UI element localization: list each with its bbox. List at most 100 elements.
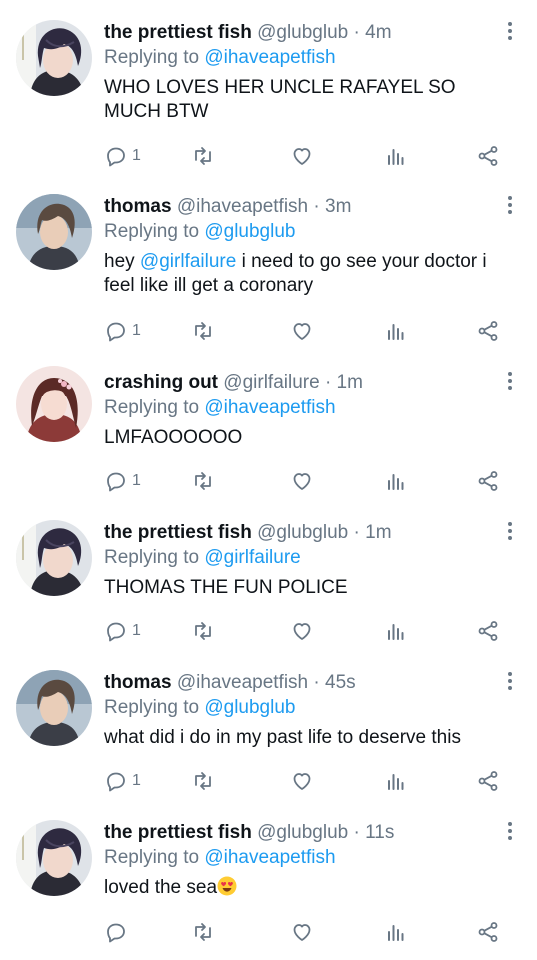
analytics-button[interactable] — [384, 618, 408, 644]
avatar-thomas-image — [16, 194, 92, 270]
tweet[interactable]: the prettiest fish @glubglub · 1m Replyi… — [0, 500, 537, 650]
share-button[interactable] — [476, 143, 500, 169]
avatar[interactable] — [16, 820, 92, 896]
analytics-icon — [388, 474, 404, 490]
reply-count: 1 — [132, 322, 141, 339]
reply-count: 1 — [132, 772, 141, 789]
share-icon — [478, 621, 498, 641]
avatar[interactable] — [16, 520, 92, 596]
handle[interactable]: @girlfailure — [223, 372, 319, 393]
tweet[interactable]: thomas @ihaveapetfish · 3m Replying to @… — [0, 180, 537, 350]
timestamp[interactable]: · 1m — [325, 372, 363, 393]
share-button[interactable] — [476, 318, 500, 344]
timestamp[interactable]: · 4m — [354, 22, 392, 43]
replying-to-mention[interactable]: @girlfailure — [204, 547, 300, 568]
like-button[interactable] — [290, 468, 314, 494]
reply-icon — [107, 923, 125, 943]
replying-to-mention[interactable]: @glubglub — [204, 697, 295, 718]
reply-button[interactable]: 1 — [104, 318, 141, 344]
display-name[interactable]: crashing out — [104, 372, 218, 393]
share-button[interactable] — [476, 468, 500, 494]
analytics-button[interactable] — [384, 468, 408, 494]
replying-to-mention[interactable]: @ihaveapetfish — [204, 397, 335, 418]
timestamp[interactable]: · 3m — [313, 196, 351, 217]
retweet-button[interactable] — [191, 768, 215, 794]
share-icon — [478, 922, 498, 942]
more-vertical-icon[interactable] — [505, 194, 515, 218]
handle[interactable]: @ihaveapetfish — [177, 672, 308, 693]
tweet-actions: 1 — [104, 318, 504, 344]
retweet-button[interactable] — [191, 919, 215, 945]
reply-icon — [107, 147, 125, 167]
display-name[interactable]: the prettiest fish — [104, 22, 252, 43]
avatar-fish-image — [16, 520, 92, 596]
reply-button[interactable]: 1 — [104, 618, 141, 644]
handle[interactable]: @glubglub — [257, 822, 348, 843]
avatar-thomas-image — [16, 670, 92, 746]
tweet-text: loved the sea — [104, 876, 507, 900]
share-icon — [478, 771, 498, 791]
tweet-text-body: loved the sea — [104, 877, 218, 898]
analytics-button[interactable] — [384, 768, 408, 794]
analytics-icon — [388, 925, 404, 941]
tweet-text: WHO LOVES HER UNCLE RAFAYEL SO MUCH BTW — [104, 77, 461, 122]
more-vertical-icon[interactable] — [505, 670, 515, 694]
like-button[interactable] — [290, 143, 314, 169]
retweet-icon — [195, 322, 211, 340]
like-button[interactable] — [290, 768, 314, 794]
timestamp[interactable]: · 45s — [313, 672, 355, 693]
reply-icon — [107, 772, 125, 792]
handle[interactable]: @ihaveapetfish — [177, 196, 308, 217]
share-button[interactable] — [476, 768, 500, 794]
heart-icon — [293, 473, 311, 490]
reply-button[interactable]: 1 — [104, 768, 141, 794]
tweet[interactable]: thomas @ihaveapetfish · 45s Replying to … — [0, 650, 537, 800]
analytics-button[interactable] — [384, 919, 408, 945]
more-vertical-icon[interactable] — [505, 820, 515, 844]
avatar[interactable] — [16, 670, 92, 746]
like-button[interactable] — [290, 919, 314, 945]
analytics-button[interactable] — [384, 318, 408, 344]
reply-button[interactable]: 1 — [104, 468, 141, 494]
avatar[interactable] — [16, 366, 92, 442]
mention-link[interactable]: @girlfailure — [140, 251, 236, 272]
replying-to-mention[interactable]: @ihaveapetfish — [204, 47, 335, 68]
retweet-button[interactable] — [191, 318, 215, 344]
timestamp[interactable]: · 1m — [354, 522, 392, 543]
display-name[interactable]: thomas — [104, 196, 172, 217]
share-button[interactable] — [476, 618, 500, 644]
retweet-button[interactable] — [191, 143, 215, 169]
retweet-button[interactable] — [191, 618, 215, 644]
timestamp[interactable]: · 11s — [354, 822, 395, 843]
tweet[interactable]: crashing out @girlfailure · 1m Replying … — [0, 350, 537, 500]
more-vertical-icon[interactable] — [505, 20, 515, 44]
handle[interactable]: @glubglub — [257, 522, 348, 543]
tweet-text: hey @girlfailure i need to go see your d… — [104, 250, 519, 298]
display-name[interactable]: the prettiest fish — [104, 522, 252, 543]
display-name[interactable]: thomas — [104, 672, 172, 693]
avatar[interactable] — [16, 194, 92, 270]
analytics-button[interactable] — [384, 143, 408, 169]
replying-to-mention[interactable]: @glubglub — [204, 221, 295, 242]
like-button[interactable] — [290, 318, 314, 344]
like-button[interactable] — [290, 618, 314, 644]
heart-icon — [293, 623, 311, 640]
share-button[interactable] — [476, 919, 500, 945]
more-vertical-icon[interactable] — [505, 370, 515, 394]
tweet[interactable]: the prettiest fish @glubglub · 11s Reply… — [0, 800, 537, 960]
more-vertical-icon[interactable] — [505, 520, 515, 544]
retweet-button[interactable] — [191, 468, 215, 494]
avatar-girl-image — [16, 366, 92, 442]
replying-to-label: Replying to — [104, 547, 200, 568]
reply-button[interactable] — [104, 919, 132, 945]
retweet-icon — [195, 147, 211, 165]
handle[interactable]: @glubglub — [257, 22, 348, 43]
replying-to-mention[interactable]: @ihaveapetfish — [204, 847, 335, 868]
tweet[interactable]: the prettiest fish @glubglub · 4m Replyi… — [0, 0, 537, 180]
display-name[interactable]: the prettiest fish — [104, 822, 252, 843]
retweet-icon — [195, 622, 211, 640]
analytics-icon — [388, 624, 404, 640]
avatar[interactable] — [16, 20, 92, 96]
reply-button[interactable]: 1 — [104, 143, 141, 169]
share-icon — [478, 146, 498, 166]
